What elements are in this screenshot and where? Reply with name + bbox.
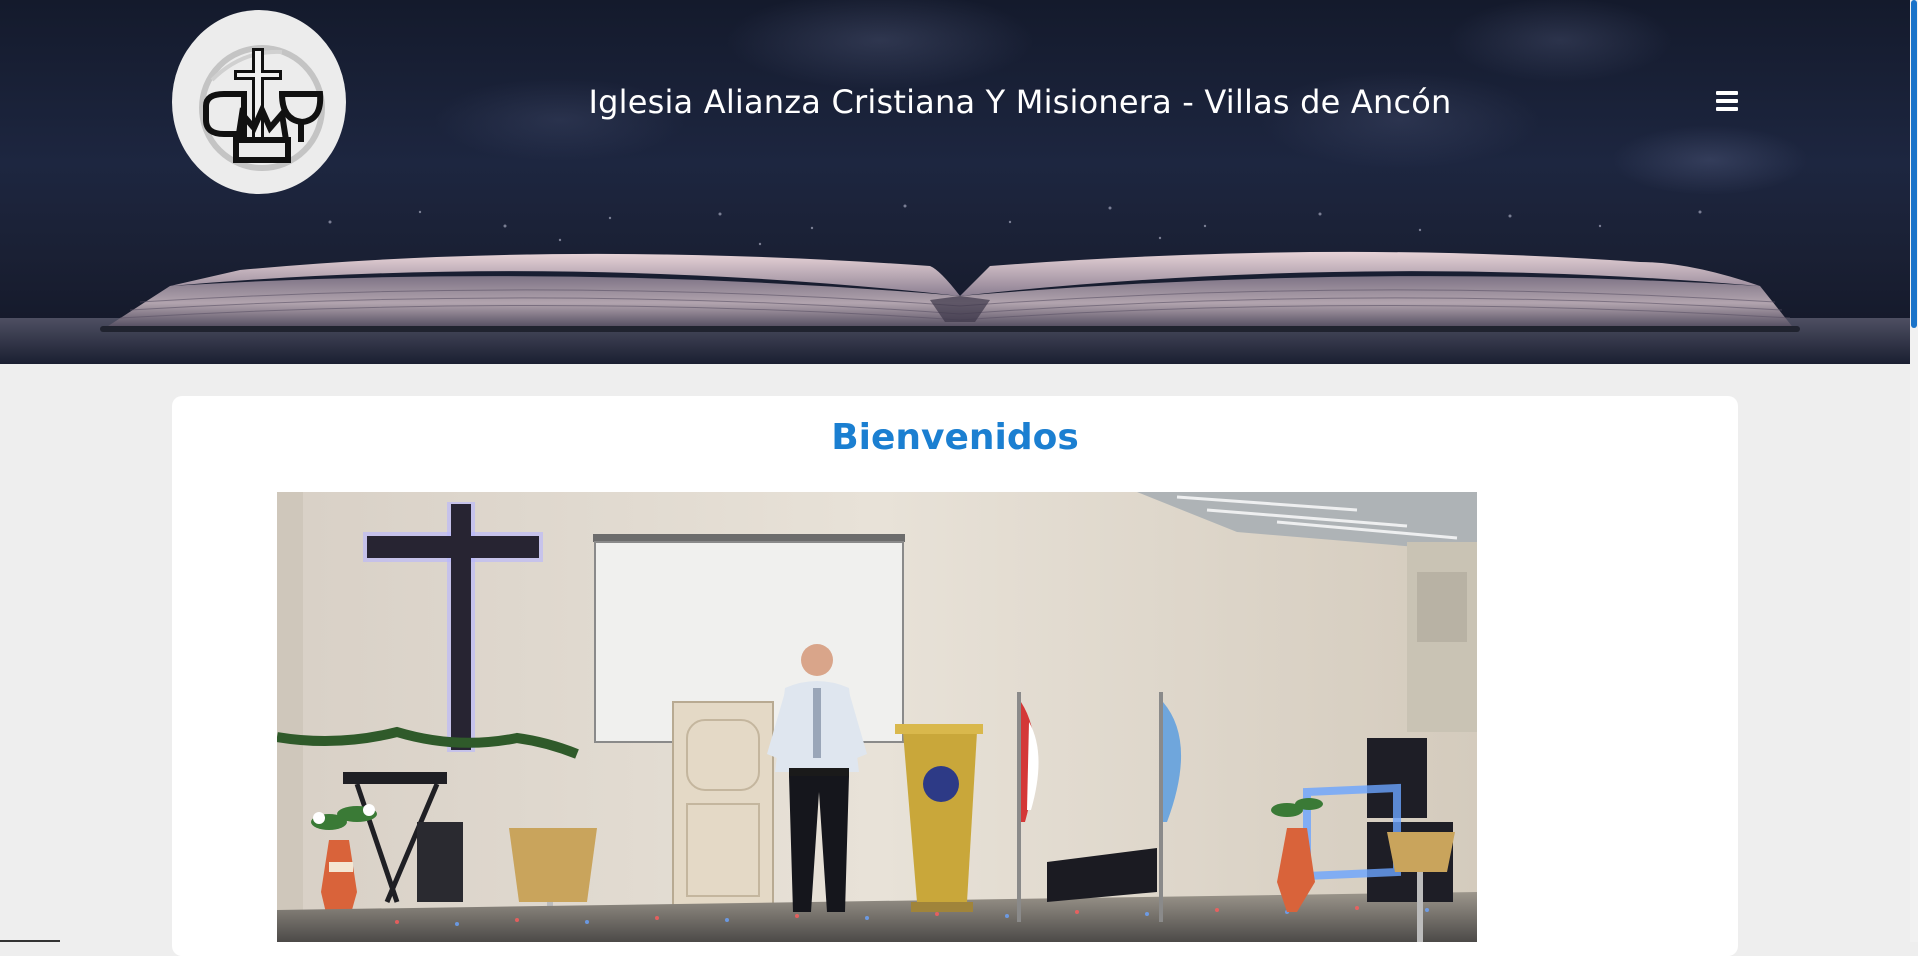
stage-photo-image bbox=[277, 492, 1477, 942]
welcome-heading: Bienvenidos bbox=[831, 417, 1079, 458]
church-logo[interactable] bbox=[172, 10, 346, 194]
site-title[interactable]: Iglesia Alianza Cristiana Y Misionera - … bbox=[400, 80, 1640, 124]
church-stage-photo bbox=[277, 492, 1477, 942]
welcome-card: Bienvenidos bbox=[172, 396, 1738, 956]
scrollbar-thumb[interactable] bbox=[1911, 0, 1917, 328]
page-scrollbar[interactable] bbox=[1910, 0, 1918, 942]
church-logo-icon bbox=[199, 45, 325, 171]
hamburger-menu-button[interactable] bbox=[1714, 88, 1740, 116]
